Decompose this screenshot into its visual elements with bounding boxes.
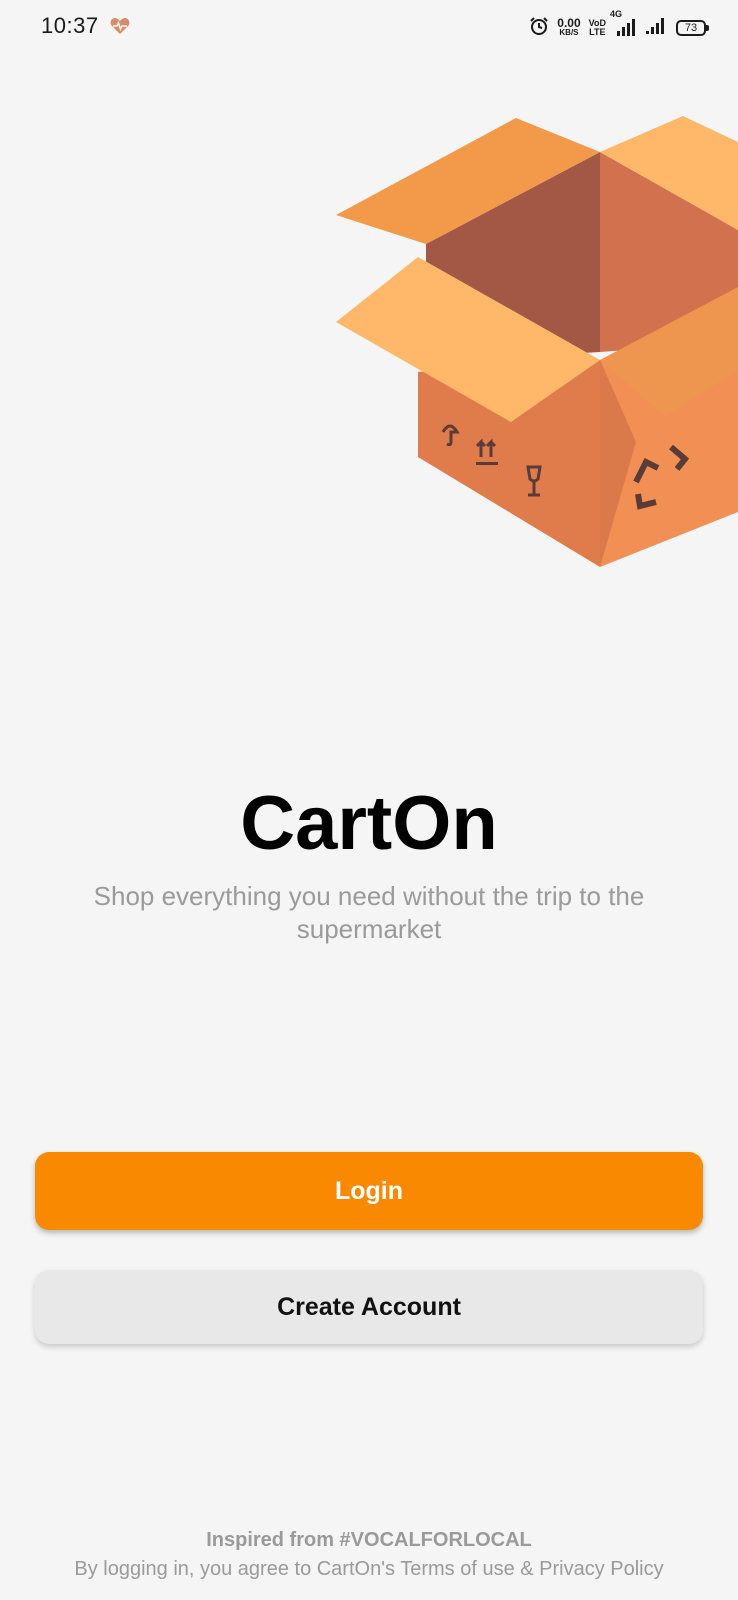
alarm-icon xyxy=(529,16,549,41)
status-indicators: 0.00 KB/S VoD LTE 4G 73 xyxy=(529,9,709,42)
app-title: CartOn xyxy=(240,781,498,866)
cardboard-box-illustration xyxy=(336,112,738,567)
battery-icon: 73 xyxy=(676,20,709,36)
volte-indicator: VoD LTE xyxy=(589,19,606,37)
signal-icon-sim2 xyxy=(644,17,668,40)
health-heart-icon xyxy=(110,17,130,40)
volte-bottom: LTE xyxy=(589,27,606,37)
network-type-label: 4G xyxy=(610,9,623,19)
network-speed-unit: KB/S xyxy=(559,28,579,37)
footer-legal-text[interactable]: By logging in, you agree to CartOn's Ter… xyxy=(0,1558,738,1581)
login-button[interactable]: Login xyxy=(35,1152,703,1230)
signal-icon-sim1: 4G xyxy=(610,9,636,37)
footer-inspired-text: Inspired from #VOCALFORLOCAL xyxy=(206,1529,532,1551)
app-tagline: Shop everything you need without the tri… xyxy=(93,881,645,944)
create-account-button[interactable]: Create Account xyxy=(35,1270,703,1344)
status-bar: 10:37 0.00 KB/S VoD LTE 4G 73 xyxy=(0,0,738,56)
network-speed-value: 0.00 xyxy=(557,16,581,30)
status-time: 10:37 xyxy=(41,13,99,38)
network-speed: 0.00 KB/S xyxy=(557,16,581,37)
